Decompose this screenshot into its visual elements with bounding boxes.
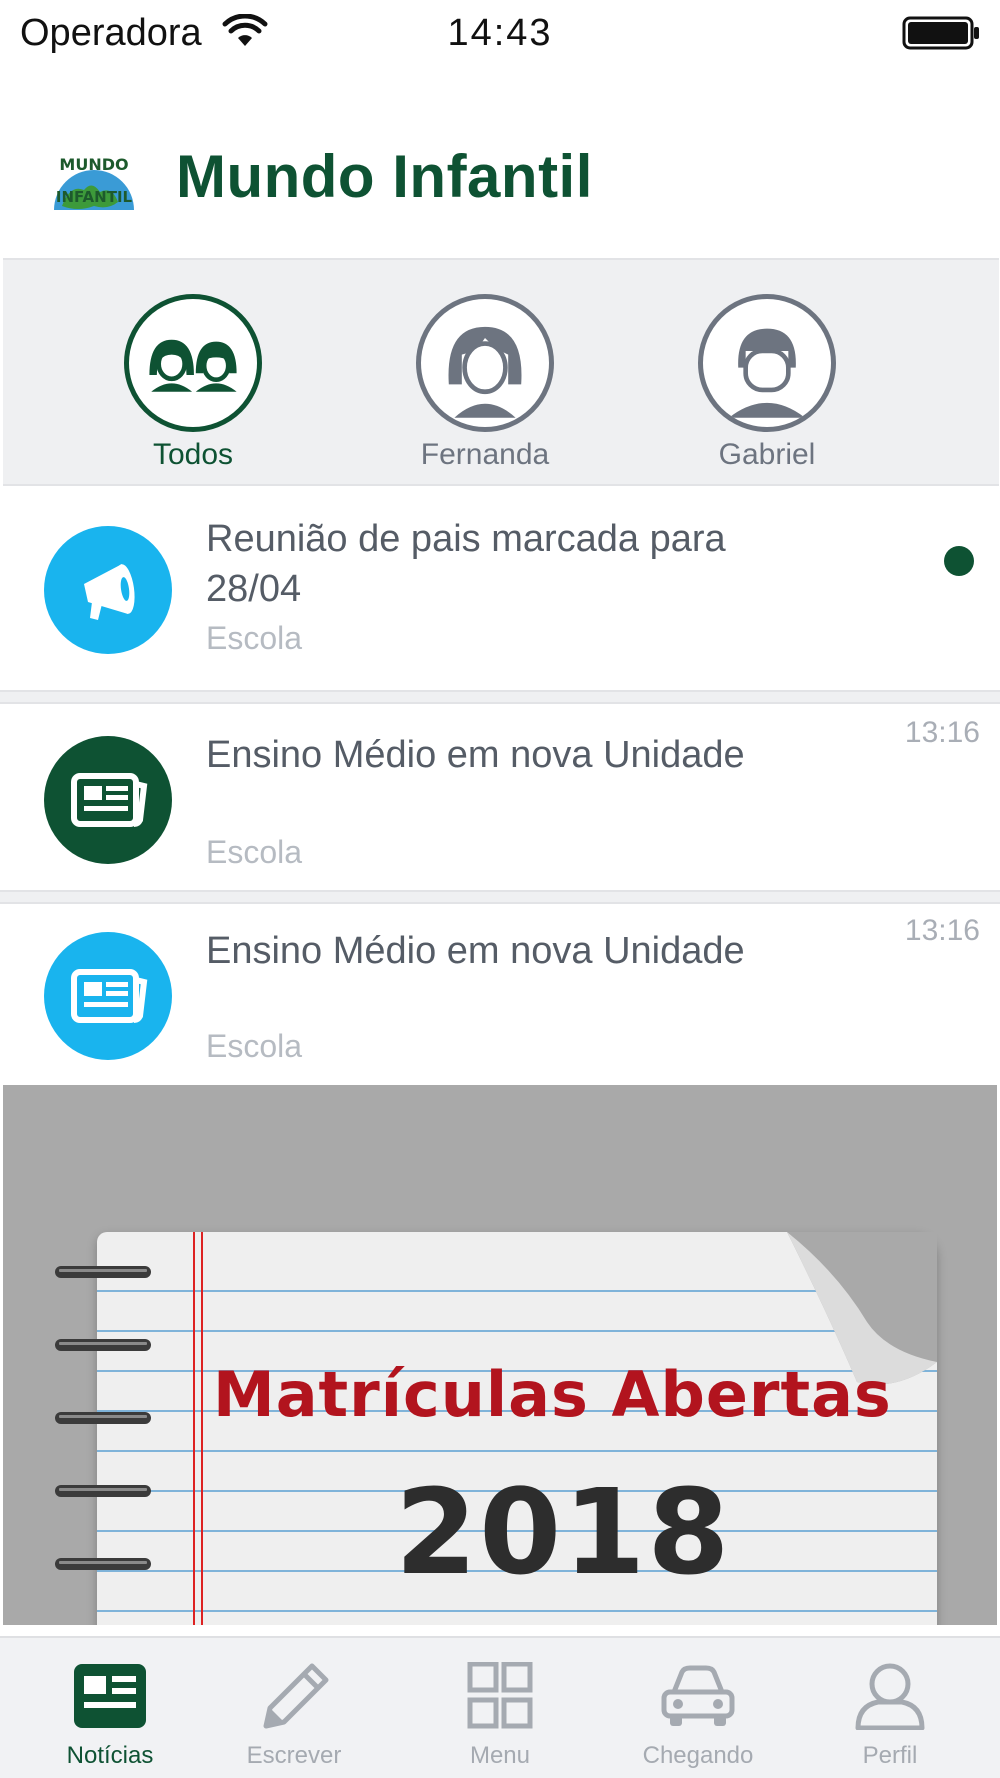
news-title: Ensino Médio em nova Unidade <box>206 734 745 776</box>
spiral-ring <box>55 1485 151 1497</box>
spiral-ring <box>55 1339 151 1351</box>
tab-chegando[interactable]: Chegando <box>598 1638 798 1778</box>
banner-title: Matrículas Abertas <box>213 1358 892 1431</box>
status-bar: Operadora 14:43 <box>0 0 1000 68</box>
news-item[interactable]: 13:16 Ensino Médio em nova Unidade Escol… <box>0 704 1000 890</box>
app-header: MUNDO INFANTIL Mundo Infantil <box>0 120 1000 240</box>
list-divider <box>0 690 1000 704</box>
app-title: Mundo Infantil <box>176 143 593 210</box>
news-source: Escola <box>206 834 303 870</box>
two-kids-icon <box>124 294 262 432</box>
news-title: Reunião de pais marcada para 28/04 <box>206 518 726 610</box>
boy-avatar-icon <box>698 294 836 432</box>
news-time: 13:16 <box>904 716 980 749</box>
child-selector: Todos Fernanda Gabriel <box>3 258 999 486</box>
megaphone-icon <box>44 526 172 654</box>
spiral-ring <box>55 1266 151 1278</box>
child-filter-gabriel[interactable]: Gabriel <box>687 294 847 472</box>
tab-bar: Notícias Escrever Menu Chegando Perfil <box>0 1636 1000 1778</box>
unread-indicator <box>944 546 974 576</box>
spiral-ring <box>55 1412 151 1424</box>
newspaper-icon <box>44 736 172 864</box>
news-item[interactable]: Reunião de pais marcada para 28/04 Escol… <box>0 488 1000 690</box>
child-name: Gabriel <box>718 438 816 471</box>
tab-escrever[interactable]: Escrever <box>194 1638 394 1778</box>
grid-icon <box>467 1662 533 1729</box>
news-title: Ensino Médio em nova Unidade <box>206 930 745 972</box>
news-source: Escola <box>206 620 303 656</box>
list-divider <box>0 890 1000 904</box>
school-logo: MUNDO INFANTIL <box>54 155 134 210</box>
child-filter-todos[interactable]: Todos <box>113 294 273 472</box>
news-item[interactable]: 13:16 Ensino Médio em nova Unidade Escol… <box>0 904 1000 1085</box>
tab-perfil[interactable]: Perfil <box>790 1638 990 1778</box>
tab-label: Menu <box>469 1742 531 1769</box>
battery-icon <box>902 16 979 50</box>
newspaper-icon <box>44 932 172 1060</box>
child-name: Todos <box>152 438 234 471</box>
car-icon <box>661 1665 735 1726</box>
spiral-ring <box>55 1558 151 1570</box>
user-icon <box>855 1663 925 1730</box>
enrollment-banner[interactable]: Matrículas Abertas 2018 <box>3 1085 997 1625</box>
girl-avatar-icon <box>416 294 554 432</box>
tab-label: Chegando <box>642 1742 754 1769</box>
tab-label: Perfil <box>862 1742 918 1769</box>
logo-text-top: MUNDO <box>59 155 128 174</box>
logo-text-bottom: INFANTIL <box>56 188 133 206</box>
tab-label: Escrever <box>246 1742 342 1769</box>
child-filter-fernanda[interactable]: Fernanda <box>405 294 565 472</box>
news-icon <box>74 1664 146 1728</box>
tab-menu[interactable]: Menu <box>400 1638 600 1778</box>
pencil-icon <box>263 1663 329 1729</box>
banner-year: 2018 <box>395 1463 732 1601</box>
tab-label: Notícias <box>66 1742 154 1769</box>
clock: 14:43 <box>447 12 553 54</box>
child-name: Fernanda <box>420 438 550 471</box>
news-source: Escola <box>206 1028 303 1064</box>
tab-noticias[interactable]: Notícias <box>10 1638 210 1778</box>
news-time: 13:16 <box>904 914 980 947</box>
